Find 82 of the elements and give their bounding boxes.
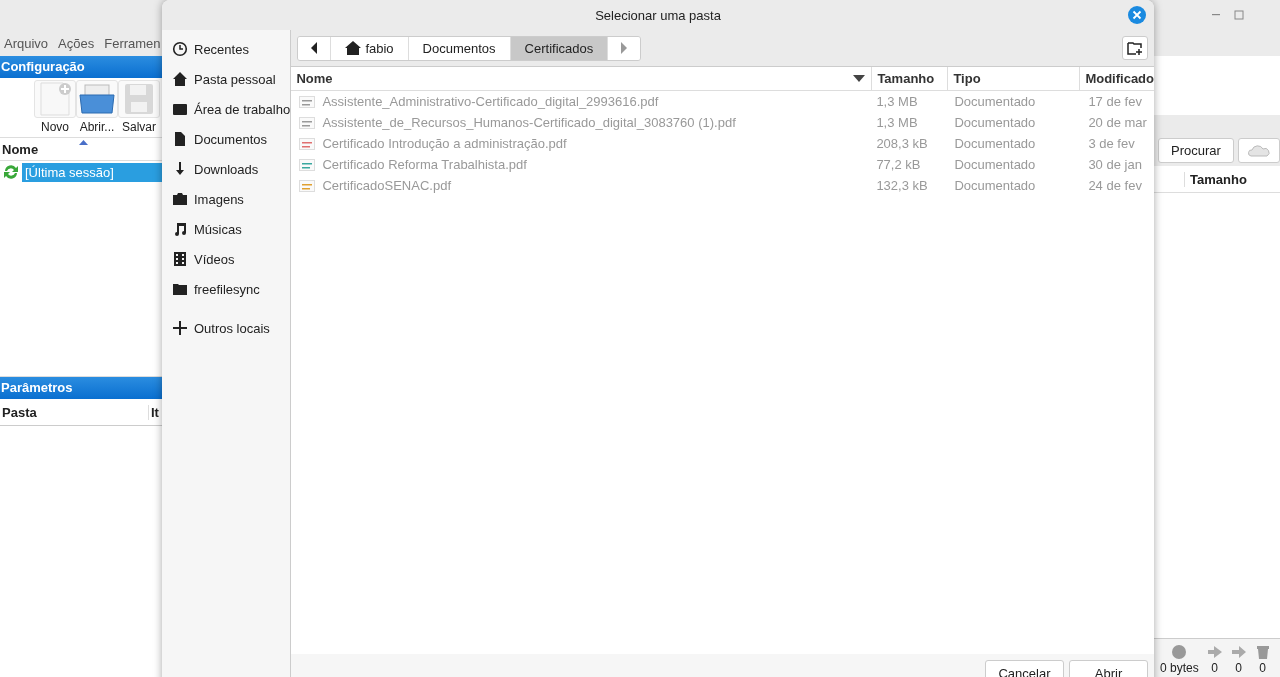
- column-header[interactable]: It: [149, 404, 159, 420]
- forward-icon: [620, 42, 629, 54]
- menu-item[interactable]: Ações: [58, 35, 95, 51]
- file-date: 30 de jan: [1088, 157, 1142, 172]
- sidebar-item[interactable]: Recentes: [162, 34, 291, 64]
- sidebar-item[interactable]: Pasta pessoal: [162, 64, 291, 94]
- sidebar-item[interactable]: Área de trabalho: [162, 94, 291, 124]
- sidebar-item[interactable]: Vídeos: [162, 244, 291, 274]
- file-type: Documentado: [954, 136, 1036, 151]
- folder-icon: [172, 281, 188, 297]
- new-folder-icon: [1127, 40, 1143, 56]
- document-icon: [172, 131, 188, 147]
- window-title: Selecionar uma pasta: [595, 7, 721, 23]
- recent-icon: [172, 41, 188, 57]
- file-type: Documentado: [954, 115, 1036, 130]
- bytes-count: 0 bytes: [1160, 661, 1199, 675]
- file-type: Documentado: [954, 178, 1036, 193]
- file-type: Documentado: [954, 157, 1036, 172]
- minimize-icon[interactable]: [1212, 14, 1220, 16]
- file-size: 208,3 kB: [876, 136, 928, 151]
- column-header[interactable]: Nome: [0, 141, 39, 157]
- cloud-icon: [1248, 144, 1270, 157]
- music-icon: [172, 221, 188, 237]
- sort-arrow-icon: [79, 140, 88, 145]
- sidebar-item[interactable]: freefilesync: [162, 274, 291, 304]
- menu-item[interactable]: Arquivo: [4, 35, 49, 51]
- file-date: 24 de fev: [1088, 178, 1142, 193]
- save-icon: [118, 80, 160, 118]
- open-button[interactable]: Abrir: [1069, 660, 1148, 677]
- count: 0: [1259, 661, 1267, 675]
- trash-icon: [1254, 644, 1271, 660]
- arrow-icon: [1230, 644, 1247, 660]
- back-icon: [310, 42, 319, 54]
- sidebar-item[interactable]: Músicas: [162, 214, 291, 244]
- file-date: 17 de fev: [1088, 94, 1142, 109]
- column-header[interactable]: Tipo: [947, 67, 1080, 90]
- panel-header: Parâmetros: [0, 377, 162, 399]
- column-header[interactable]: Tamanho: [871, 67, 948, 90]
- file-date: 3 de fev: [1088, 136, 1135, 151]
- folder-tray-icon: [76, 80, 118, 118]
- column-header[interactable]: Modificado: [1079, 67, 1154, 90]
- search-button[interactable]: Procurar: [1158, 138, 1234, 163]
- plus-icon: [172, 320, 188, 336]
- sidebar-item[interactable]: Documentos: [162, 124, 291, 154]
- column-header[interactable]: Pasta: [0, 404, 149, 420]
- film-icon: [172, 251, 188, 267]
- column-header[interactable]: Tamanho: [1184, 171, 1247, 187]
- home-icon: [345, 41, 362, 55]
- camera-icon: [172, 191, 188, 207]
- maximize-icon[interactable]: [1234, 10, 1244, 20]
- toolbar-button[interactable]: Novo: [34, 80, 76, 135]
- forward-button[interactable]: [608, 36, 641, 60]
- count: 0: [1235, 661, 1243, 675]
- path-segment[interactable]: Documentos: [408, 36, 511, 60]
- sidebar-item[interactable]: Imagens: [162, 184, 291, 214]
- disk-icon: [1171, 644, 1188, 660]
- file-date: 20 de mar: [1088, 115, 1147, 130]
- new-folder-button[interactable]: [1122, 36, 1148, 60]
- file-size: 1,3 MB: [876, 94, 918, 109]
- panel-header: Configuração: [0, 56, 162, 78]
- sidebar-item[interactable]: Outros locais: [162, 313, 291, 343]
- new-file-icon: [34, 80, 76, 118]
- close-icon[interactable]: [1128, 6, 1146, 24]
- sort-arrow-icon: [853, 75, 866, 82]
- count: 0: [1211, 661, 1219, 675]
- sidebar-item[interactable]: Downloads: [162, 154, 291, 184]
- cancel-button[interactable]: Cancelar: [985, 660, 1064, 677]
- file-type: Documentado: [954, 94, 1036, 109]
- home-icon: [172, 71, 188, 87]
- path-segment[interactable]: Certificados: [510, 36, 609, 60]
- cloud-button[interactable]: [1238, 138, 1280, 163]
- back-button[interactable]: [298, 36, 332, 60]
- menu-item[interactable]: Ferramen: [104, 35, 161, 51]
- sync-icon: [2, 163, 20, 181]
- desktop-icon: [172, 101, 188, 117]
- toolbar-button[interactable]: Salvar: [118, 80, 160, 135]
- file-size: 77,2 kB: [876, 157, 921, 172]
- path-segment[interactable]: fabio: [331, 36, 409, 60]
- column-header[interactable]: Nome: [291, 67, 872, 90]
- toolbar-button[interactable]: Abrir...: [76, 80, 118, 135]
- file-size: 132,3 kB: [876, 178, 928, 193]
- file-size: 1,3 MB: [876, 115, 918, 130]
